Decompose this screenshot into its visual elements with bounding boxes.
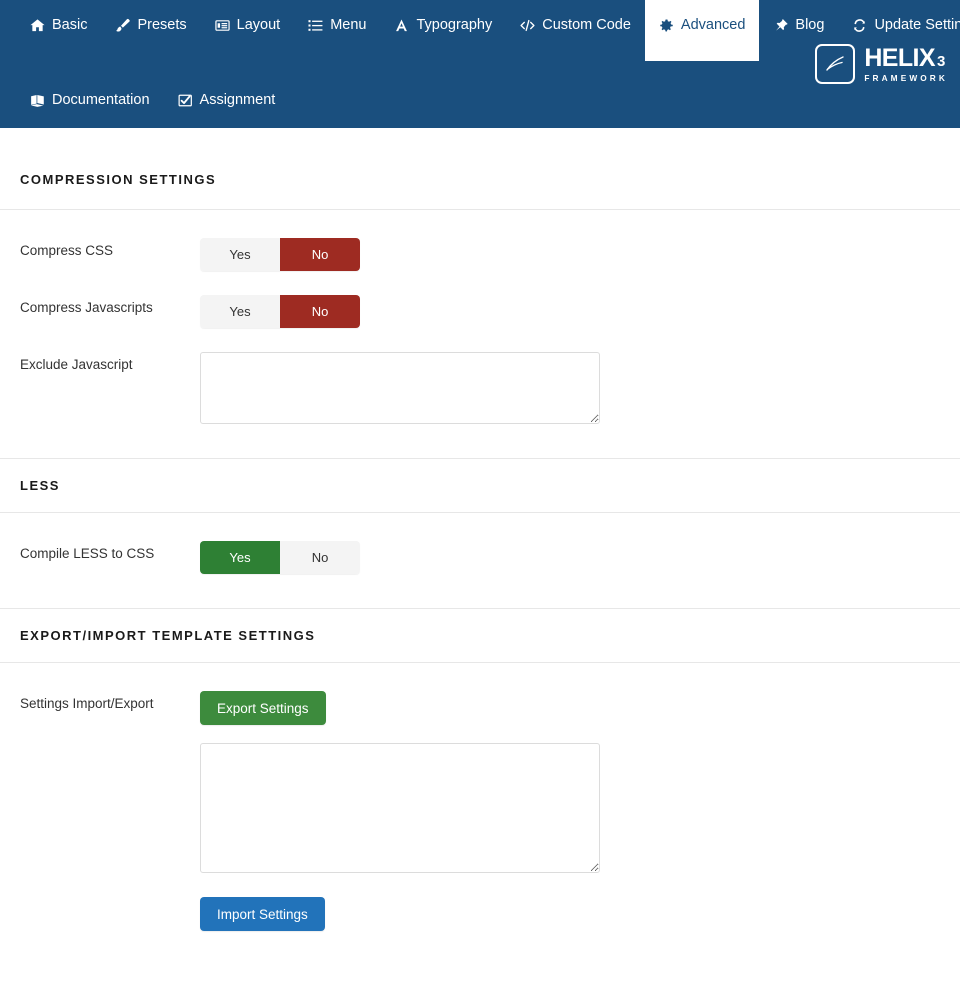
logo-mark-icon [815,44,856,84]
field-control [200,352,960,424]
nav-item-blog[interactable]: Blog [759,8,838,43]
nav-row-secondary: Documentation Assignment [0,83,960,118]
nav-item-basic[interactable]: Basic [16,8,101,43]
field-control: Yes No [200,541,960,574]
logo-version: 3 [936,52,945,70]
field-control: Yes No [200,238,960,271]
export-settings-button[interactable]: Export Settings [200,691,326,725]
nav-item-label: Custom Code [542,17,631,34]
nav-item-label: Advanced [680,17,746,34]
nav-item-advanced[interactable]: Advanced [644,0,760,61]
nav-item-label: Menu [330,17,367,34]
compile-less-no-button[interactable]: No [280,541,360,574]
layout-icon [214,18,230,33]
field-control: Yes No [200,295,960,328]
field-settings-import-export: Settings Import/Export Export Settings I… [0,691,960,931]
top-navigation-bar: Basic Presets Layout Menu Typography Cus… [0,0,960,128]
compile-less-yes-button[interactable]: Yes [200,541,280,574]
nav-item-menu[interactable]: Menu [294,8,380,43]
nav-item-typography[interactable]: Typography [380,8,506,43]
field-control: Export Settings Import Settings [200,691,960,931]
nav-item-custom-code[interactable]: Custom Code [506,8,645,43]
nav-item-update-settings[interactable]: Update Settings [838,8,960,43]
list-icon [308,18,323,33]
gear-icon [659,18,674,33]
field-label: Compress CSS [20,243,114,258]
compress-js-yes-button[interactable]: Yes [200,295,280,328]
import-settings-textarea[interactable] [200,743,600,873]
font-a-icon [394,18,409,33]
nav-item-layout[interactable]: Layout [201,8,295,43]
compress-css-yes-button[interactable]: Yes [200,238,280,271]
field-compress-css: Compress CSS Yes No [0,238,960,271]
logo-text: HELIX 3 FRAMEWORK [864,43,948,83]
field-label: Compile LESS to CSS [20,546,155,561]
nav-item-documentation[interactable]: Documentation [16,83,164,118]
nav-item-presets[interactable]: Presets [101,8,200,43]
field-label: Settings Import/Export [20,696,154,711]
nav-item-label: Blog [795,17,825,34]
compress-css-no-button[interactable]: No [280,238,360,271]
nav-item-assignment[interactable]: Assignment [164,83,290,118]
field-exclude-javascript: Exclude Javascript [0,352,960,424]
import-settings-button[interactable]: Import Settings [200,897,325,931]
checkbox-checked-icon [178,93,193,108]
compress-css-toggle[interactable]: Yes No [200,238,360,271]
code-icon [520,18,535,33]
nav-item-label: Layout [236,17,281,34]
pin-icon [773,18,789,33]
logo-title: HELIX 3 [864,43,948,72]
nav-item-label: Update Settings [874,17,960,34]
nav-item-label: Typography [416,17,493,34]
nav-item-label: Assignment [199,92,276,109]
field-compress-javascripts: Compress Javascripts Yes No [0,295,960,328]
compress-js-no-button[interactable]: No [280,295,360,328]
advanced-settings-page: COMPRESSION SETTINGS Compress CSS Yes No… [0,128,960,975]
helix-framework-logo: HELIX 3 FRAMEWORK [815,44,948,84]
brush-icon [115,18,131,33]
compress-js-toggle[interactable]: Yes No [200,295,360,328]
logo-subtitle: FRAMEWORK [864,72,948,83]
section-title-export-import: EXPORT/IMPORT TEMPLATE SETTINGS [20,628,316,643]
exclude-javascript-textarea[interactable] [200,352,600,424]
book-icon [30,93,45,108]
section-title-compression: COMPRESSION SETTINGS [20,172,217,187]
nav-item-label: Documentation [52,92,150,109]
refresh-icon [852,18,867,33]
home-icon [30,18,45,33]
compile-less-toggle[interactable]: Yes No [200,541,360,574]
section-title-less: LESS [20,478,60,493]
field-label: Exclude Javascript [20,357,133,372]
logo-name: HELIX [864,43,935,72]
field-label: Compress Javascripts [20,300,153,315]
nav-item-label: Basic [52,17,88,34]
field-compile-less-to-css: Compile LESS to CSS Yes No [0,541,960,574]
nav-item-label: Presets [137,17,187,34]
